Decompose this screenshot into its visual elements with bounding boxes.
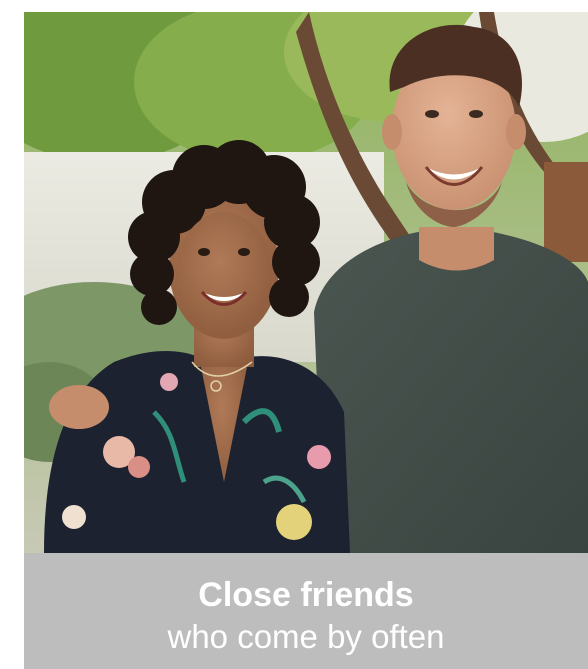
promo-card[interactable]: Close friends who come by often bbox=[24, 12, 588, 669]
caption-bar: Close friends who come by often bbox=[24, 553, 588, 669]
card-subtitle: who come by often bbox=[167, 618, 445, 655]
card-title: Close friends bbox=[198, 576, 414, 614]
couple-photo bbox=[24, 12, 588, 553]
